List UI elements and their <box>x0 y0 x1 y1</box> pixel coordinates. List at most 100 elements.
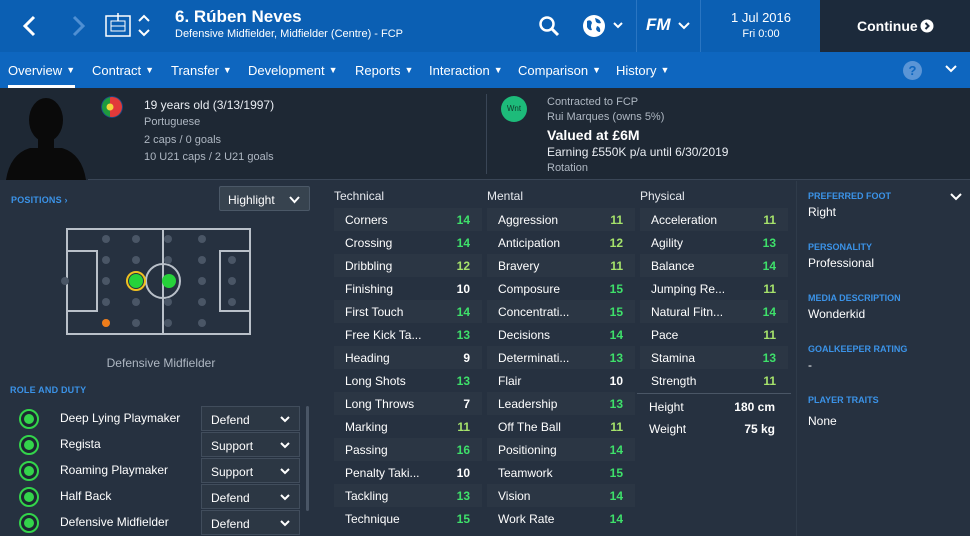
attribute-row[interactable]: Crossing 14 <box>334 231 482 254</box>
fm-menu-button[interactable]: FM <box>636 0 701 52</box>
attribute-value: 15 <box>609 282 623 296</box>
club-crest-icon[interactable] <box>104 12 132 40</box>
attribute-value: 13 <box>456 374 470 388</box>
attribute-row[interactable]: Decisions 14 <box>487 323 635 346</box>
divider <box>486 94 487 174</box>
positions-link[interactable]: POSITIONS › <box>11 195 68 205</box>
attribute-row[interactable]: Composure 15 <box>487 277 635 300</box>
duty-dropdown[interactable]: Support <box>201 432 300 457</box>
search-button[interactable] <box>535 12 563 40</box>
attribute-row[interactable]: Long Shots 13 <box>334 369 482 392</box>
attribute-name: Long Throws <box>345 397 415 411</box>
attribute-name: Heading <box>345 351 390 365</box>
attribute-name: Agility <box>651 236 684 250</box>
attribute-value: 11 <box>610 259 623 273</box>
role-row[interactable]: Roaming Playmaker Support <box>0 458 300 484</box>
role-suitability-icon <box>19 487 39 507</box>
tab-transfer[interactable]: Transfer ▼ <box>171 52 232 88</box>
highlight-dropdown[interactable]: Highlight <box>219 186 310 211</box>
role-list-scrollbar[interactable] <box>306 406 309 511</box>
tab-reports[interactable]: Reports ▼ <box>355 52 413 88</box>
attribute-row[interactable]: Free Kick Ta... 13 <box>334 323 482 346</box>
tab-label: Contract <box>92 62 142 78</box>
chevron-down-icon <box>280 442 290 449</box>
attribute-row[interactable]: Natural Fitn... 14 <box>640 300 788 323</box>
attribute-row[interactable]: Passing 16 <box>334 438 482 461</box>
attribute-row[interactable]: First Touch 14 <box>334 300 482 323</box>
attribute-row[interactable]: Marking 11 <box>334 415 482 438</box>
tab-development[interactable]: Development ▼ <box>248 52 338 88</box>
attribute-row[interactable]: Off The Ball 11 <box>487 415 635 438</box>
attribute-row[interactable]: Agility 13 <box>640 231 788 254</box>
attribute-value: 11 <box>610 420 623 434</box>
tab-interaction[interactable]: Interaction ▼ <box>429 52 503 88</box>
duty-dropdown[interactable]: Defend <box>201 484 300 509</box>
player-owner: Rui Marques (owns 5%) <box>547 111 665 123</box>
attribute-row[interactable]: Positioning 14 <box>487 438 635 461</box>
portugal-flag-icon <box>101 96 123 118</box>
attribute-row[interactable]: Flair 10 <box>487 369 635 392</box>
chevron-down-icon <box>280 416 290 423</box>
attribute-row[interactable]: Bravery 11 <box>487 254 635 277</box>
attribute-row[interactable]: Stamina 13 <box>640 346 788 369</box>
tab-overview[interactable]: Overview ▼ <box>8 52 76 88</box>
attribute-row[interactable]: Dribbling 12 <box>334 254 482 277</box>
duty-dropdown[interactable]: Defend <box>201 406 300 431</box>
attribute-row[interactable]: Anticipation 12 <box>487 231 635 254</box>
squad-status: Rotation <box>547 162 588 174</box>
attribute-value: 14 <box>609 489 623 503</box>
tab-comparison[interactable]: Comparison ▼ <box>518 52 601 88</box>
attribute-value: 14 <box>762 259 776 273</box>
crest-switch-arrows[interactable] <box>136 10 152 42</box>
role-row[interactable]: Half Back Defend <box>0 484 300 510</box>
forward-button[interactable] <box>62 10 94 42</box>
role-name: Defensive Midfielder <box>60 515 169 529</box>
attribute-row[interactable]: Corners 14 <box>334 208 482 231</box>
attribute-row[interactable]: Work Rate 14 <box>487 507 635 530</box>
attribute-value: 13 <box>609 397 623 411</box>
chevron-down-icon[interactable] <box>944 62 958 76</box>
media-description-value: Wonderkid <box>808 307 866 321</box>
help-icon[interactable]: ? <box>903 61 922 80</box>
arrow-circle-right-icon <box>920 19 934 33</box>
attribute-value: 13 <box>609 351 623 365</box>
duty-dropdown[interactable]: Support <box>201 458 300 483</box>
attribute-row[interactable]: Aggression 11 <box>487 208 635 231</box>
attribute-row[interactable]: Determinati... 13 <box>487 346 635 369</box>
continue-button[interactable]: Continue <box>820 0 970 52</box>
attribute-row[interactable]: Strength 11 <box>640 369 788 392</box>
media-description-label: MEDIA DESCRIPTION <box>808 293 901 303</box>
back-button[interactable] <box>14 10 46 42</box>
attribute-row[interactable]: Penalty Taki... 10 <box>334 461 482 484</box>
current-date: 1 Jul 2016 <box>731 10 791 25</box>
attribute-row[interactable]: Jumping Re... 11 <box>640 277 788 300</box>
attribute-row[interactable]: Teamwork 15 <box>487 461 635 484</box>
attribute-row[interactable]: Long Throws 7 <box>334 392 482 415</box>
attributes-panel: Technical Mental Physical Corners 14 Cross… <box>331 181 795 536</box>
attribute-row[interactable]: Heading 9 <box>334 346 482 369</box>
role-row[interactable]: Regista Support <box>0 432 300 458</box>
role-row[interactable]: Defensive Midfielder Defend <box>0 510 300 536</box>
tab-history[interactable]: History ▼ <box>616 52 669 88</box>
world-menu-button[interactable] <box>580 11 630 41</box>
attribute-row[interactable]: Balance 14 <box>640 254 788 277</box>
role-row[interactable]: Deep Lying Playmaker Defend <box>0 406 300 432</box>
attribute-row[interactable]: Acceleration 11 <box>640 208 788 231</box>
tab-label: History <box>616 62 657 78</box>
chevron-down-icon: ▼ <box>145 65 155 75</box>
chevron-down-icon: ▼ <box>222 65 232 75</box>
attribute-row[interactable]: Vision 14 <box>487 484 635 507</box>
player-u21-caps: 10 U21 caps / 2 U21 goals <box>144 151 274 163</box>
fm-logo: FM <box>646 15 671 34</box>
attribute-row[interactable]: Technique 15 <box>334 507 482 530</box>
duty-dropdown[interactable]: Defend <box>201 510 300 535</box>
attribute-row[interactable]: Concentrati... 15 <box>487 300 635 323</box>
attribute-value: 11 <box>763 282 776 296</box>
attribute-row[interactable]: Leadership 13 <box>487 392 635 415</box>
attribute-row[interactable]: Finishing 10 <box>334 277 482 300</box>
attribute-row[interactable]: Pace 11 <box>640 323 788 346</box>
attribute-row[interactable]: Tackling 13 <box>334 484 482 507</box>
tab-contract[interactable]: Contract ▼ <box>92 52 154 88</box>
chevron-down-icon[interactable] <box>950 191 962 203</box>
player-value: Valued at £6M <box>547 127 640 143</box>
